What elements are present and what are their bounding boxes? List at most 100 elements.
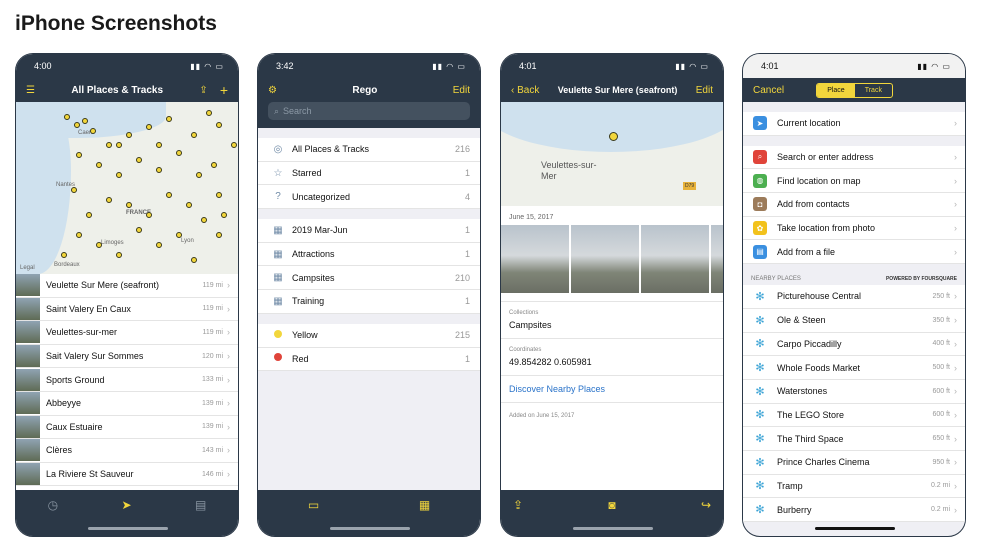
map-view[interactable]: Caen FRANCE Lyon Limoges Bordeaux Nantes… (16, 102, 238, 274)
map-pin-icon[interactable] (211, 162, 217, 168)
map-pin-icon[interactable] (146, 212, 152, 218)
nearby-place-row[interactable]: ✻ The LEGO Store 600 ft › (743, 403, 965, 428)
collection-row[interactable]: ◎ All Places & Tracks 216 (258, 138, 480, 162)
nearby-place-row[interactable]: ✻ The Third Space 650 ft › (743, 427, 965, 451)
nearby-place-row[interactable]: ✻ Burberry 0.2 mi › (743, 498, 965, 522)
collection-row[interactable]: ? Uncategorized 4 (258, 185, 480, 210)
place-row[interactable]: Abbeyye 139 mi › (16, 391, 238, 416)
list-icon[interactable]: ▤ (195, 498, 206, 512)
place-row[interactable]: Veulettes-sur-mer 119 mi › (16, 321, 238, 345)
current-location-row[interactable]: ➤ Current location › (743, 112, 965, 136)
location-arrow-icon[interactable]: ➤ (122, 498, 132, 512)
place-row[interactable]: Sports Ground 133 mi › (16, 368, 238, 392)
map-pin-icon[interactable] (116, 172, 122, 178)
photo-thumbnail[interactable] (641, 225, 709, 293)
nearby-place-row[interactable]: ✻ Whole Foods Market 500 ft › (743, 356, 965, 380)
place-row[interactable]: Veulette Sur Mere (seafront) 119 mi › (16, 274, 238, 298)
collection-row[interactable]: ▦ Campsites 210 (258, 266, 480, 291)
map-pin-icon[interactable] (221, 212, 227, 218)
map-pin-icon[interactable] (156, 167, 162, 173)
add-photo-icon[interactable]: ◙ (608, 498, 615, 512)
map-pin-icon[interactable] (201, 217, 207, 223)
map-pin-icon[interactable] (116, 252, 122, 258)
map-pin-icon[interactable] (231, 142, 237, 148)
map-pin-icon[interactable] (206, 110, 212, 116)
photo-thumbnail[interactable] (571, 225, 639, 293)
map-pin-icon[interactable] (136, 157, 142, 163)
map-pin-icon[interactable] (82, 118, 88, 124)
map-pin-icon[interactable] (156, 142, 162, 148)
photo-thumbnail[interactable] (501, 225, 569, 293)
map-pin-icon[interactable] (146, 124, 152, 130)
collection-row[interactable]: ▦ Training 1 (258, 290, 480, 314)
color-tag-row[interactable]: Yellow 215 (258, 323, 480, 348)
add-collection-icon[interactable]: ▦ (419, 498, 430, 512)
map-pin-icon[interactable] (126, 132, 132, 138)
share-icon[interactable]: ⇪ (513, 498, 523, 512)
map-pin-icon[interactable] (166, 192, 172, 198)
add-option-row[interactable]: ✿ Take location from photo › (743, 216, 965, 241)
nearby-place-row[interactable]: ✻ Prince Charles Cinema 950 ft › (743, 450, 965, 475)
map-pin-icon[interactable] (71, 187, 77, 193)
map-pin-icon[interactable] (126, 202, 132, 208)
map-pin-icon[interactable] (186, 202, 192, 208)
nearby-place-row[interactable]: ✻ Tramp 0.2 mi › (743, 474, 965, 499)
map-pin-icon[interactable] (90, 128, 96, 134)
collection-row[interactable]: ▦ 2019 Mar-Jun 1 (258, 219, 480, 243)
history-icon[interactable]: ◷ (48, 498, 58, 512)
add-folder-icon[interactable]: ▭ (308, 498, 319, 512)
coordinates-value[interactable]: 49.854282 0.605981 (501, 355, 723, 376)
place-row[interactable]: Sait Valery Sur Sommes 120 mi › (16, 344, 238, 369)
map-pin-icon[interactable] (106, 142, 112, 148)
collection-row[interactable]: ☆ Starred 1 (258, 161, 480, 186)
back-button[interactable]: ‹ Back (511, 85, 539, 96)
place-row[interactable]: La Riviere St Sauveur 146 mi › (16, 462, 238, 487)
cancel-button[interactable]: Cancel (753, 85, 784, 96)
map-pin-icon[interactable] (136, 227, 142, 233)
add-icon[interactable]: + (220, 82, 228, 98)
place-row[interactable]: Caux Estuaire 139 mi › (16, 415, 238, 440)
menu-icon[interactable]: ☰ (26, 85, 35, 96)
map-pin-icon[interactable] (76, 232, 82, 238)
place-row[interactable]: Saint Valery En Caux 119 mi › (16, 297, 238, 322)
search-input[interactable]: ⌕ Search (268, 102, 470, 120)
map-pin-icon[interactable] (166, 116, 172, 122)
map-pin-icon[interactable] (216, 232, 222, 238)
map-pin-icon[interactable] (176, 232, 182, 238)
map-view[interactable]: Veulettes-sur-Mer D79 (501, 102, 723, 206)
map-pin-icon[interactable] (156, 242, 162, 248)
edit-button[interactable]: Edit (453, 85, 470, 96)
nearby-place-row[interactable]: ✻ Picturehouse Central 250 ft › (743, 285, 965, 309)
map-pin-icon[interactable] (86, 212, 92, 218)
settings-gear-icon[interactable]: ⚙ (268, 85, 277, 96)
photo-strip[interactable] (501, 225, 723, 293)
map-pin-icon[interactable] (216, 192, 222, 198)
forward-icon[interactable]: ↪ (701, 498, 711, 512)
add-option-row[interactable]: ◘ Add from contacts › (743, 193, 965, 217)
collections-value[interactable]: Campsites (501, 318, 723, 339)
place-row[interactable]: Clères 143 mi › (16, 439, 238, 463)
map-pin-icon[interactable] (609, 132, 618, 141)
color-tag-row[interactable]: Red 1 (258, 347, 480, 372)
nearby-place-row[interactable]: ✻ Waterstones 600 ft › (743, 379, 965, 404)
map-pin-icon[interactable] (116, 142, 122, 148)
segment-place[interactable]: Place (817, 83, 855, 97)
map-pin-icon[interactable] (61, 252, 67, 258)
add-option-row[interactable]: ◍ Find location on map › (743, 169, 965, 194)
map-pin-icon[interactable] (191, 257, 197, 263)
map-pin-icon[interactable] (191, 132, 197, 138)
collection-row[interactable]: ▦ Attractions 1 (258, 242, 480, 267)
map-pin-icon[interactable] (96, 162, 102, 168)
nearby-place-row[interactable]: ✻ Ole & Steen 350 ft › (743, 308, 965, 333)
edit-button[interactable]: Edit (696, 85, 713, 96)
photo-thumbnail[interactable] (711, 225, 723, 293)
map-pin-icon[interactable] (76, 152, 82, 158)
discover-nearby-link[interactable]: Discover Nearby Places (501, 376, 723, 403)
map-pin-icon[interactable] (96, 242, 102, 248)
place-track-segmented-control[interactable]: Place Track (816, 82, 893, 98)
share-icon[interactable]: ⇪ (199, 85, 207, 96)
map-pin-icon[interactable] (106, 197, 112, 203)
map-pin-icon[interactable] (176, 150, 182, 156)
map-pin-icon[interactable] (216, 122, 222, 128)
add-option-row[interactable]: ▤ Add from a file › (743, 240, 965, 265)
